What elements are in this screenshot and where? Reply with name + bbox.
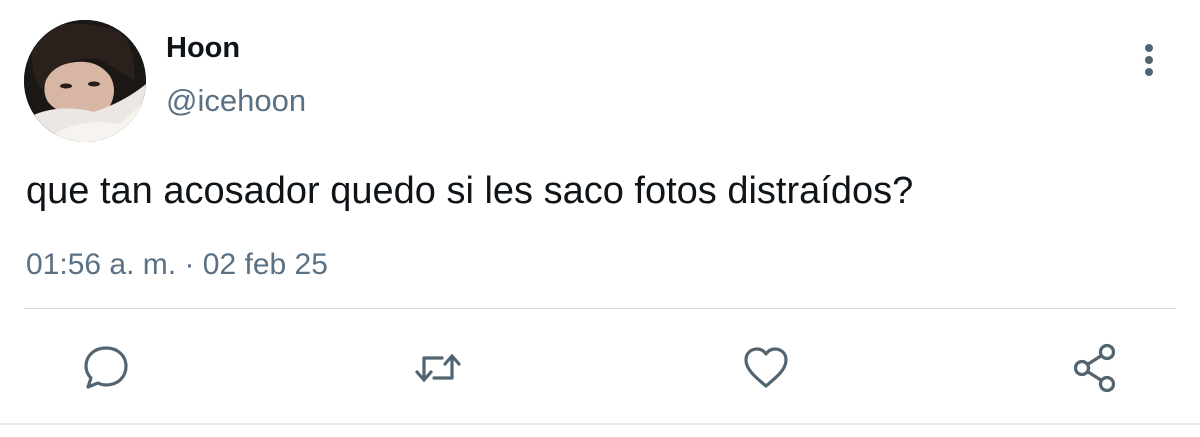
heart-icon — [744, 347, 788, 388]
divider — [0, 423, 1200, 425]
divider — [24, 308, 1176, 309]
share-icon — [1073, 343, 1116, 393]
more-vertical-icon — [1145, 56, 1153, 64]
share-button[interactable] — [1068, 340, 1124, 396]
more-options-button[interactable] — [1134, 40, 1166, 80]
like-button[interactable] — [738, 340, 794, 396]
tweet-text: que tan acosador quedo si les saco fotos… — [26, 170, 914, 212]
display-name[interactable]: Hoon — [166, 30, 240, 66]
meta-separator: · — [184, 248, 195, 281]
reply-icon — [84, 346, 128, 389]
tweet-date: 02 feb 25 — [202, 248, 328, 281]
retweet-icon — [415, 354, 461, 382]
more-vertical-icon — [1145, 44, 1153, 52]
user-handle[interactable]: @icehoon — [166, 82, 306, 120]
tweet-time: 01:56 a. m. — [26, 248, 177, 281]
retweet-button[interactable] — [410, 340, 466, 396]
reply-button[interactable] — [78, 340, 134, 396]
tweet-timestamp[interactable]: 01:56 a. m. · 02 feb 25 — [26, 246, 328, 284]
avatar[interactable] — [24, 20, 146, 142]
more-vertical-icon — [1145, 68, 1153, 76]
tweet-card: Hoon @icehoon que tan acosador quedo si … — [0, 0, 1200, 437]
